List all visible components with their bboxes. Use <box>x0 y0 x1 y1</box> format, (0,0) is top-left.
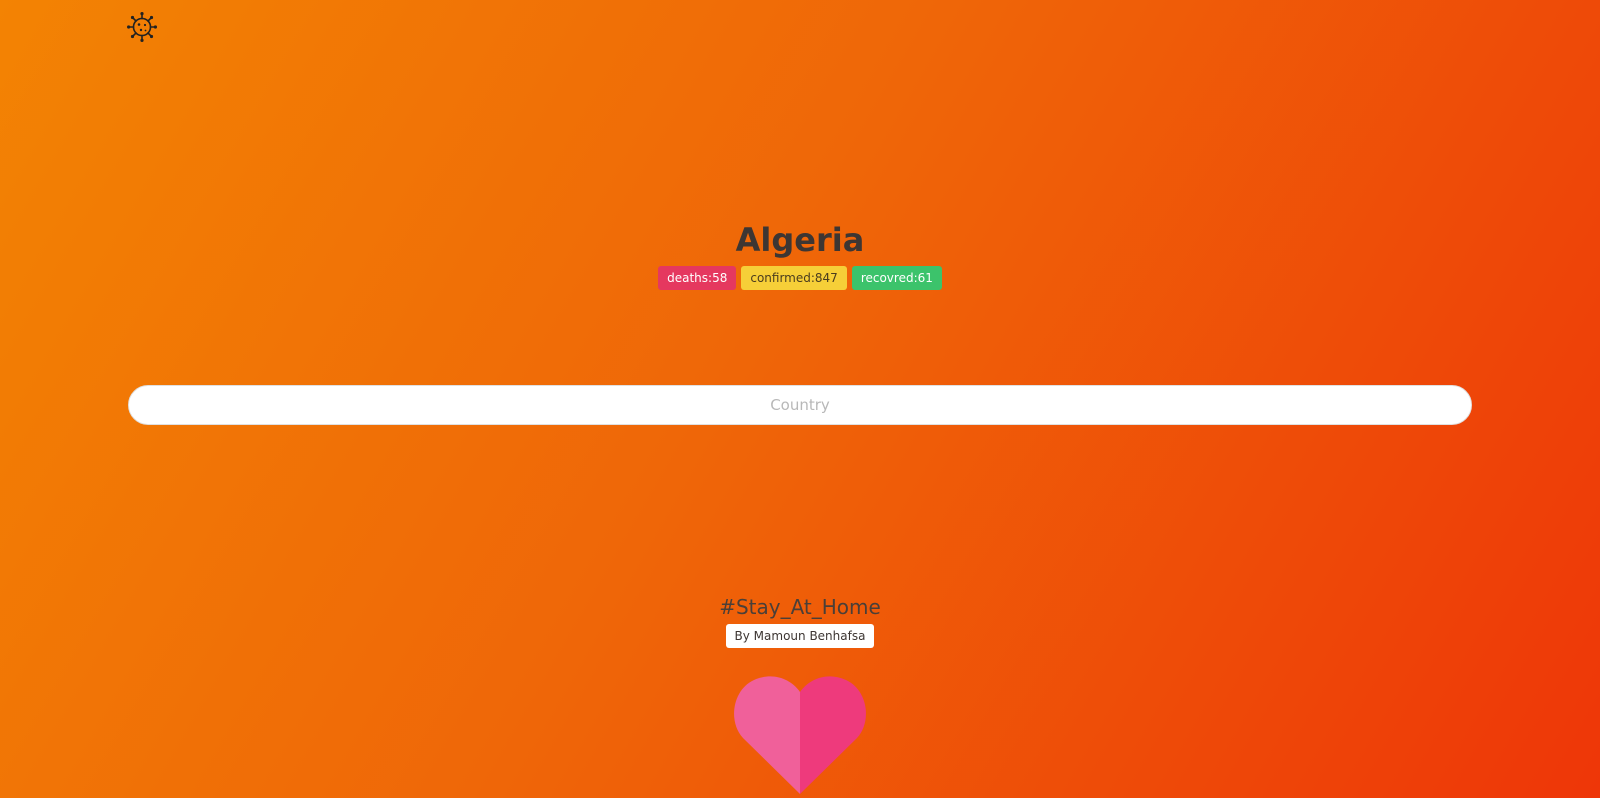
virus-icon[interactable] <box>126 11 158 43</box>
author-badge: By Mamoun Benhafsa <box>725 624 875 648</box>
deaths-badge: deaths:58 <box>658 266 737 290</box>
country-summary: Algeria deaths:58 confirmed:847 recovred… <box>0 218 1600 290</box>
recovered-badge: recovred:61 <box>851 266 942 290</box>
footer: #Stay_At_Home By Mamoun Benhafsa <box>0 594 1600 648</box>
heart-icon <box>734 674 866 794</box>
country-title: Algeria <box>735 221 865 259</box>
stats-badges: deaths:58 confirmed:847 recovred:61 <box>0 266 1600 290</box>
confirmed-badge: confirmed:847 <box>741 266 847 290</box>
hashtag-text: #Stay_At_Home <box>719 595 881 619</box>
country-search-input[interactable] <box>128 385 1472 425</box>
